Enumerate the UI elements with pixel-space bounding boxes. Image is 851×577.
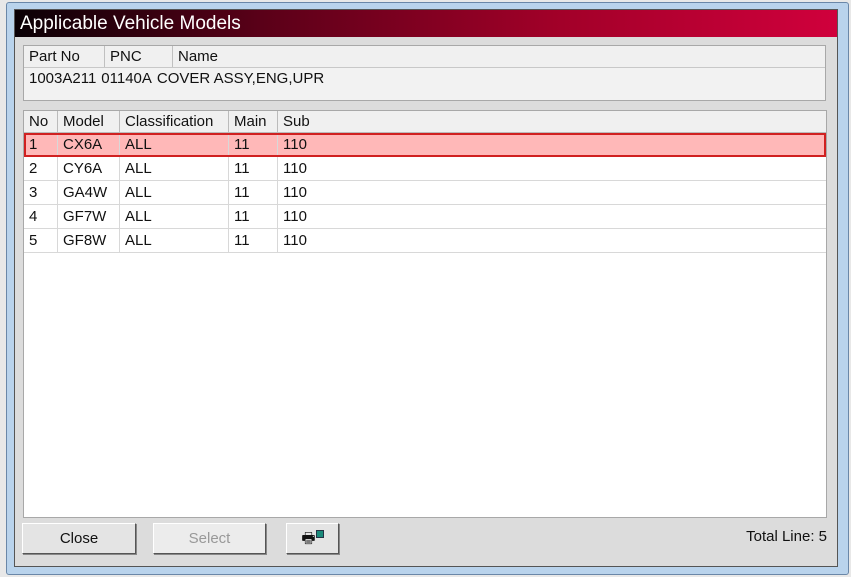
part-no-value: 1003A211 xyxy=(29,70,97,87)
part-info-panel: Part No PNC Name 1003A211 01140A COVER A… xyxy=(23,45,826,101)
table-row[interactable]: 3 GA4W ALL 11 110 xyxy=(24,181,826,205)
header-name: Name xyxy=(178,48,219,65)
dialog-title: Applicable Vehicle Models xyxy=(15,10,837,37)
screen-icon xyxy=(315,530,324,538)
cell-no: 4 xyxy=(24,205,58,228)
printer-icon: 🖶 xyxy=(301,530,316,547)
cell-classification: ALL xyxy=(120,205,229,228)
name-value: COVER ASSY,ENG,UPR xyxy=(156,70,325,87)
cell-no: 3 xyxy=(24,181,58,204)
table-row[interactable]: 5 GF8W ALL 11 110 xyxy=(24,229,826,253)
pnc-value: 01140A xyxy=(101,70,152,87)
cell-sub: 110 xyxy=(283,160,307,177)
part-info-row: 1003A211 01140A COVER ASSY,ENG,UPR xyxy=(24,68,825,92)
cell-no: 1 xyxy=(24,133,58,156)
cell-model: CX6A xyxy=(58,133,120,156)
table-row[interactable]: 4 GF7W ALL 11 110 xyxy=(24,205,826,229)
cell-model: GA4W xyxy=(58,181,120,204)
print-button[interactable]: 🖶 xyxy=(286,523,339,554)
cell-sub: 110 xyxy=(283,184,307,201)
cell-main: 11 xyxy=(229,157,278,180)
cell-classification: ALL xyxy=(120,229,229,252)
column-header-model[interactable]: Model xyxy=(58,111,120,132)
cell-classification: ALL xyxy=(120,133,229,156)
cell-sub: 110 xyxy=(283,232,307,249)
cell-sub: 110 xyxy=(283,208,307,225)
cell-no: 5 xyxy=(24,229,58,252)
total-line-label: Total Line: 5 xyxy=(746,528,827,545)
column-header-classification[interactable]: Classification xyxy=(120,111,229,132)
cell-main: 11 xyxy=(229,133,278,156)
column-header-sub[interactable]: Sub xyxy=(278,111,826,132)
cell-classification: ALL xyxy=(120,157,229,180)
cell-main: 11 xyxy=(229,229,278,252)
cell-main: 11 xyxy=(229,205,278,228)
cell-classification: ALL xyxy=(120,181,229,204)
part-info-header: Part No PNC Name xyxy=(24,46,825,68)
table-row[interactable]: 2 CY6A ALL 11 110 xyxy=(24,157,826,181)
close-button[interactable]: Close xyxy=(22,523,136,554)
cell-sub: 110 xyxy=(283,136,307,153)
cell-no: 2 xyxy=(24,157,58,180)
cell-model: GF8W xyxy=(58,229,120,252)
column-header-main[interactable]: Main xyxy=(229,111,278,132)
header-pnc: PNC xyxy=(105,46,173,67)
cell-model: GF7W xyxy=(58,205,120,228)
applicable-vehicle-models-dialog: Applicable Vehicle Models Part No PNC Na… xyxy=(14,9,838,567)
table-row[interactable]: 1 CX6A ALL 11 110 xyxy=(24,133,826,157)
select-button[interactable]: Select xyxy=(153,523,266,554)
table-header: No Model Classification Main Sub xyxy=(24,111,826,133)
cell-model: CY6A xyxy=(58,157,120,180)
cell-main: 11 xyxy=(229,181,278,204)
column-header-no[interactable]: No xyxy=(24,111,58,132)
header-part-no: Part No xyxy=(24,46,105,67)
models-table: No Model Classification Main Sub 1 CX6A AL… xyxy=(23,110,827,518)
